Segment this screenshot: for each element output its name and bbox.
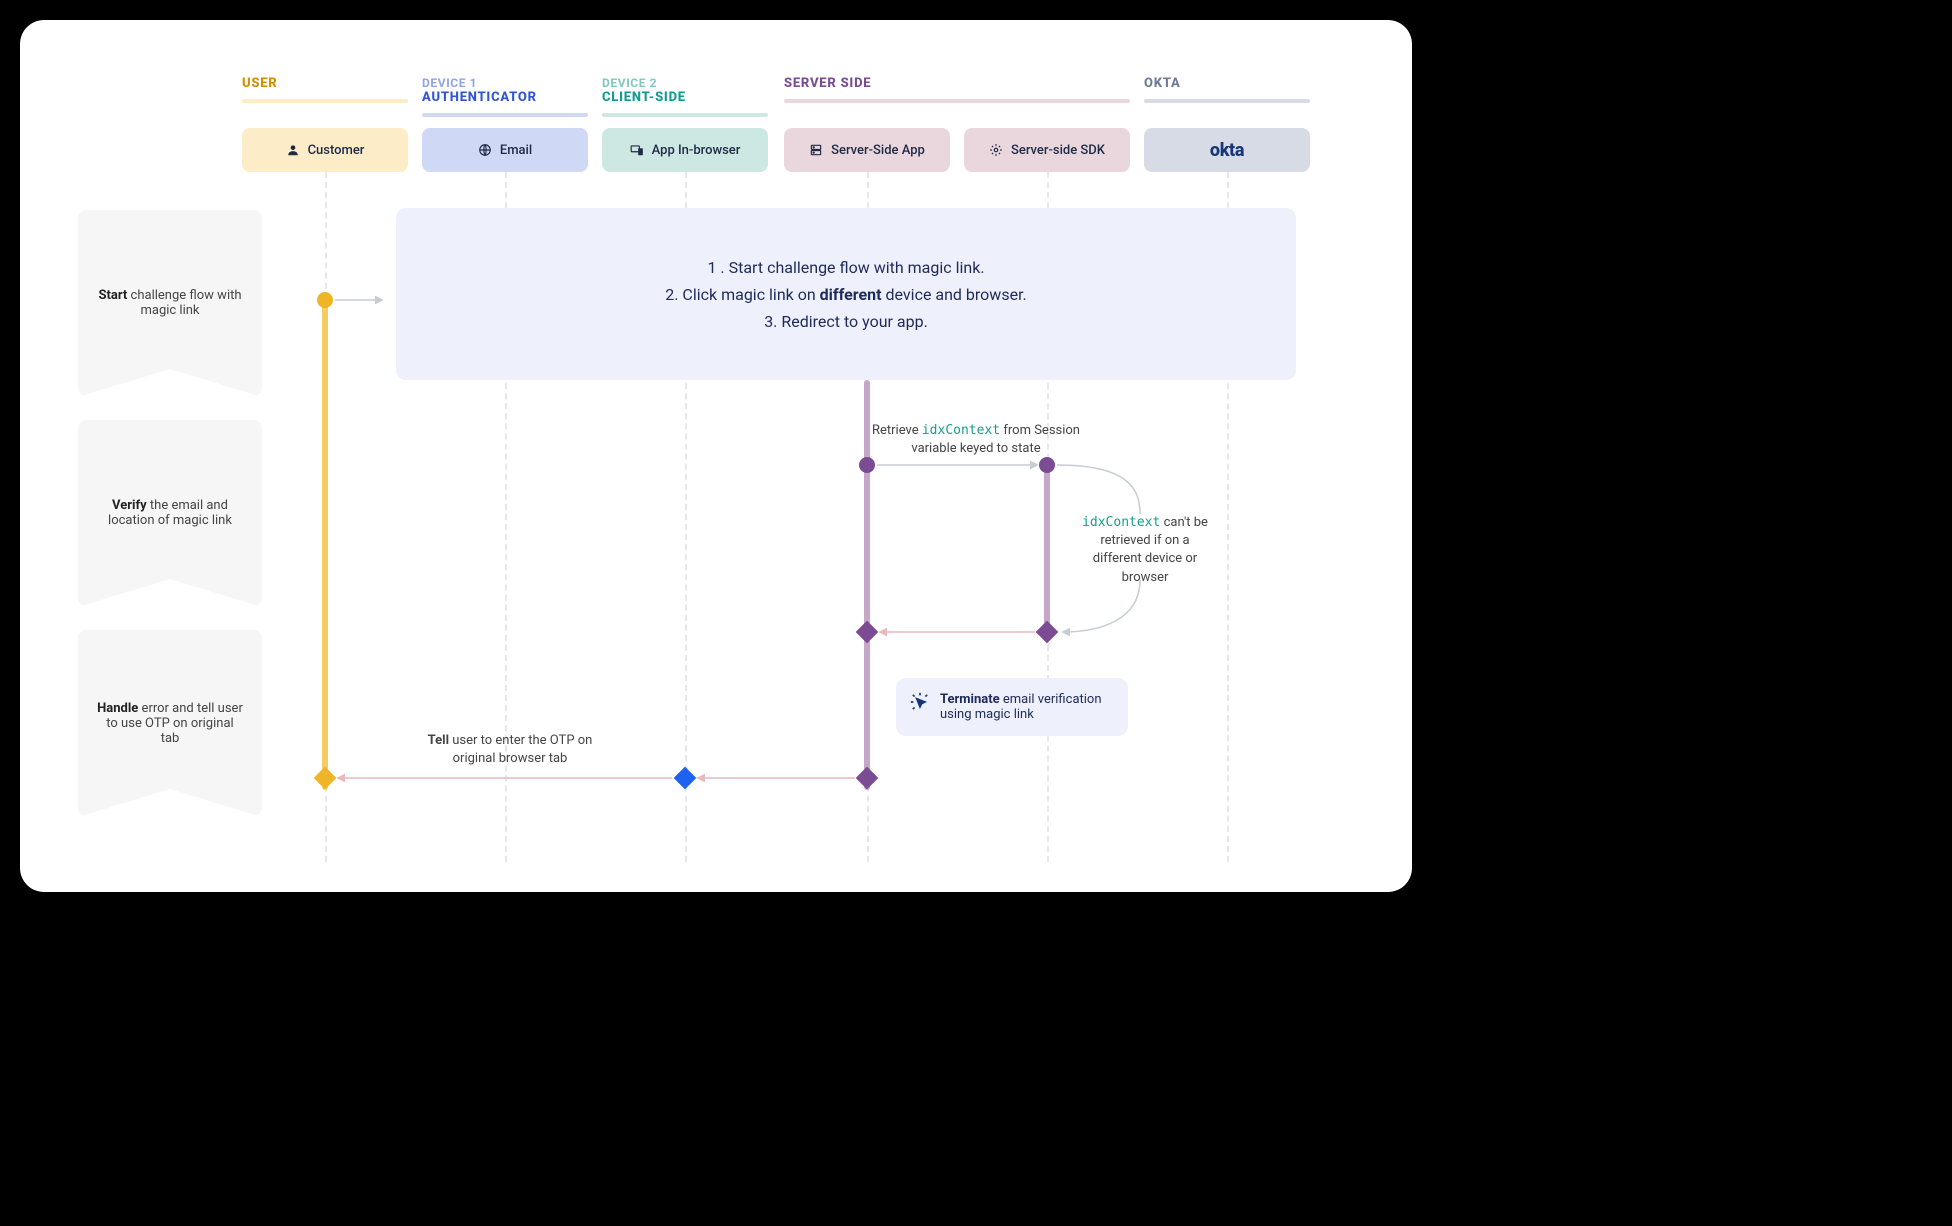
arrows [20, 20, 1412, 892]
diagram-canvas: USER DEVICE 1 AUTHENTICATOR DEVICE 2 CLI… [20, 20, 1412, 892]
